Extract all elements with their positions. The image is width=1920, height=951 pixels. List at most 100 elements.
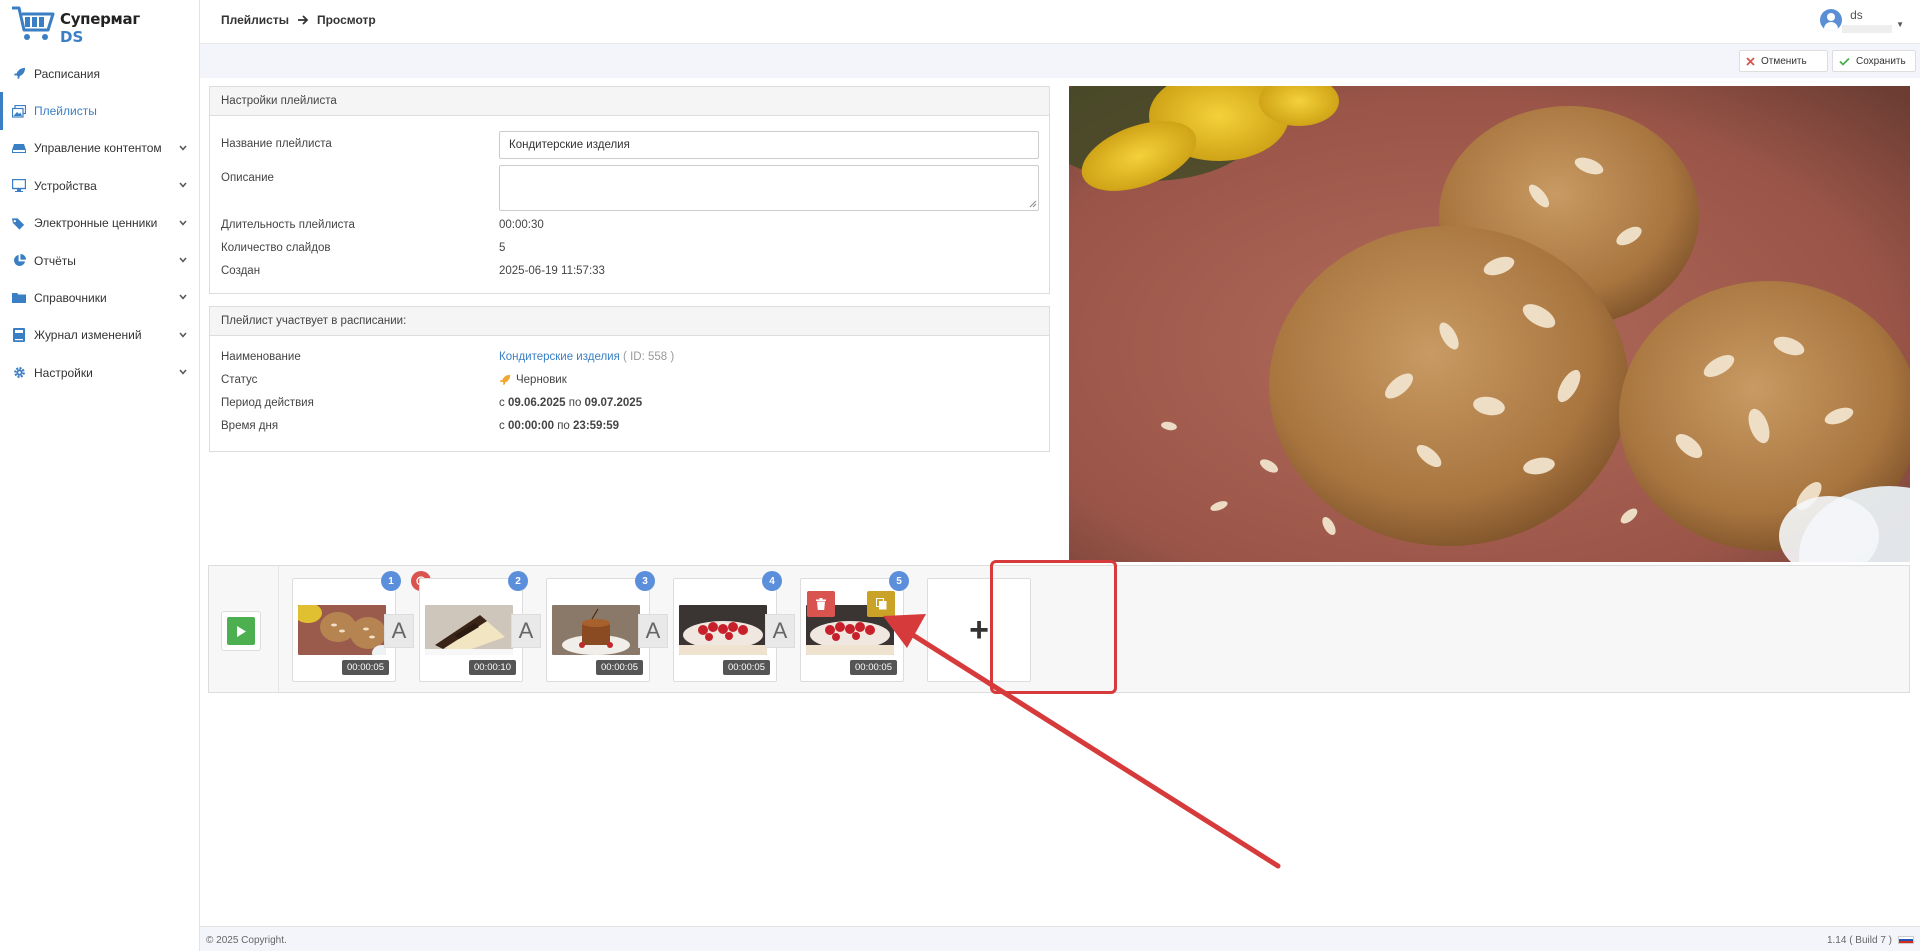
time-mid: по	[557, 420, 570, 432]
slide-thumbnail	[679, 605, 767, 655]
language-flag-icon[interactable]	[1898, 936, 1914, 944]
caret-down-icon: ▼	[1896, 20, 1904, 29]
chevron-down-icon	[179, 294, 187, 300]
sidebar-item-reports[interactable]: Отчёты	[0, 242, 200, 279]
brand-logo[interactable]: Супермаг DS	[10, 4, 140, 46]
avatar	[1820, 9, 1843, 31]
rocket-icon	[499, 374, 511, 386]
user-menu[interactable]: ds ▼	[1820, 8, 1904, 33]
slide-card-2[interactable]: 00:00:10 2	[419, 571, 528, 682]
drive-icon	[12, 141, 26, 155]
transition-button[interactable]: A	[765, 614, 795, 648]
sidebar-item-label: Плейлисты	[34, 104, 97, 119]
add-slide-button[interactable]: +	[927, 578, 1031, 682]
created-value: 2025-06-19 11:57:33	[499, 265, 605, 277]
time-to: 23:59:59	[573, 420, 620, 432]
sidebar-item-devices[interactable]: Устройства	[0, 167, 200, 204]
slide-card-5[interactable]: 00:00:05 5	[800, 571, 909, 682]
save-button[interactable]: Сохранить	[1832, 50, 1916, 72]
book-icon	[12, 328, 26, 343]
transition-button[interactable]: A	[384, 614, 414, 648]
slide-preview-image	[1069, 86, 1910, 562]
sidebar-item-label: Управление контентом	[34, 141, 162, 156]
save-button-label: Сохранить	[1856, 55, 1906, 67]
play-button[interactable]	[221, 611, 261, 651]
user-name: ds	[1850, 8, 1863, 22]
timeline-controls	[209, 566, 279, 692]
brand-suffix: DS	[60, 28, 84, 46]
description-label: Описание	[221, 172, 274, 184]
slides-count-label: Количество слайдов	[221, 242, 331, 254]
sidebar-item-schedules[interactable]: Расписания	[0, 55, 200, 92]
top-header: Плейлисты Просмотр ds ▼	[200, 0, 1920, 44]
copyright-text: © 2025 Copyright.	[206, 935, 287, 946]
slide-thumbnail	[552, 605, 640, 655]
slide-card-1[interactable]: 00:00:05 1	[292, 571, 431, 682]
pie-chart-icon	[12, 254, 26, 268]
sidebar-item-price-tags[interactable]: Электронные ценники	[0, 205, 200, 242]
schedule-name-label: Наименование	[221, 351, 301, 363]
name-label: Название плейлиста	[221, 138, 332, 150]
cancel-button[interactable]: Отменить	[1739, 50, 1828, 72]
sidebar-item-changelog[interactable]: Журнал изменений	[0, 317, 200, 354]
panel-title: Настройки плейлиста	[210, 87, 1049, 116]
footer: © 2025 Copyright. 1.14 ( Build 7 )	[200, 926, 1920, 951]
trash-icon	[816, 598, 826, 610]
breadcrumb-playlists[interactable]: Плейлисты	[221, 13, 289, 27]
sidebar-item-label: Устройства	[34, 178, 97, 193]
slide-number-badge: 1	[381, 571, 401, 591]
chevron-down-icon	[179, 182, 187, 188]
period-value: с 09.06.2025 по 09.07.2025	[499, 397, 642, 409]
slide-card-4[interactable]: 00:00:05 4	[673, 571, 782, 682]
transition-button[interactable]: A	[638, 614, 668, 648]
cart-icon	[12, 6, 55, 40]
description-textarea[interactable]	[499, 165, 1039, 211]
playlist-name-input[interactable]: Кондитерские изделия	[499, 131, 1039, 159]
breadcrumb: Плейлисты Просмотр	[221, 13, 376, 27]
sidebar-item-label: Журнал изменений	[34, 328, 142, 343]
time-label: Время дня	[221, 420, 279, 432]
slide-number-badge: 3	[635, 571, 655, 591]
cancel-button-label: Отменить	[1761, 55, 1807, 67]
time-from: 00:00:00	[507, 420, 554, 432]
delete-slide-button[interactable]	[807, 591, 835, 617]
period-label: Период действия	[221, 397, 314, 409]
chevron-down-icon	[179, 332, 187, 338]
panel-title: Плейлист участвует в расписании:	[210, 307, 1049, 336]
slide-duration: 00:00:10	[469, 660, 516, 675]
chevron-down-icon	[179, 145, 187, 151]
tags-icon	[12, 216, 26, 230]
time-value: с 00:00:00 по 23:59:59	[499, 420, 619, 432]
slide-thumbnail	[425, 605, 513, 655]
transition-button[interactable]: A	[511, 614, 541, 648]
period-from-prefix: с	[499, 397, 505, 409]
duration-value: 00:00:30	[499, 219, 544, 231]
slide-thumbnail	[298, 605, 386, 655]
sidebar-item-label: Расписания	[34, 66, 100, 81]
slide-duration: 00:00:05	[850, 660, 897, 675]
chevron-down-icon	[179, 369, 187, 375]
sidebar-item-label: Электронные ценники	[34, 216, 158, 231]
copy-icon	[875, 598, 886, 610]
chevron-down-icon	[179, 257, 187, 263]
duration-label: Длительность плейлиста	[221, 219, 355, 231]
version-text: 1.14 ( Build 7 )	[1826, 935, 1892, 946]
slide-duration: 00:00:05	[342, 660, 389, 675]
sidebar-item-directories[interactable]: Справочники	[0, 279, 200, 316]
sidebar-item-settings[interactable]: Настройки	[0, 354, 200, 391]
time-from-prefix: с	[499, 420, 505, 432]
slide-number-badge: 2	[508, 571, 528, 591]
schedule-link[interactable]: Кондитерские изделия	[499, 351, 620, 363]
sidebar-item-playlists[interactable]: Плейлисты	[0, 92, 200, 130]
sidebar-item-label: Настройки	[34, 365, 93, 380]
status-label: Статус	[221, 374, 258, 386]
schedule-panel: Плейлист участвует в расписании: Наимено…	[209, 306, 1050, 452]
slides-timeline: 00:00:05 1 A 00:00:10 2 A 00:00:05 3 A 0…	[208, 565, 1910, 693]
copy-slide-button[interactable]	[867, 591, 895, 617]
resize-handle-icon[interactable]	[1029, 200, 1037, 208]
slide-card-3[interactable]: 00:00:05 3	[546, 571, 655, 682]
monitor-icon	[12, 179, 26, 193]
sidebar-item-content[interactable]: Управление контентом	[0, 130, 200, 167]
main-content: Отменить Сохранить Настройки плейлиста Н…	[200, 44, 1920, 926]
period-to: 09.07.2025	[584, 397, 643, 409]
